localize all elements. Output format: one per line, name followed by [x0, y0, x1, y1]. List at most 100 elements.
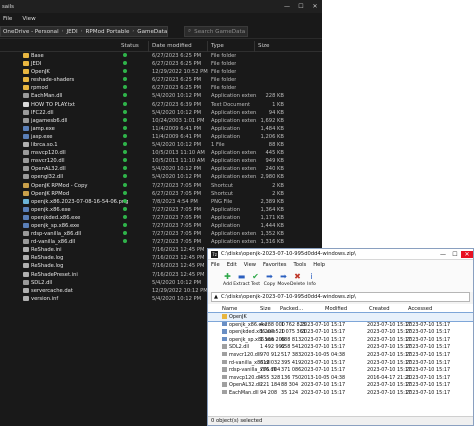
nav-item[interactable] — [0, 392, 26, 400]
file-size: 1,364 KB — [260, 206, 284, 213]
file-row[interactable]: IFC22.dll 5/4/2020 10:12 PM Application ex… — [0, 109, 322, 117]
column-type[interactable]: Type — [211, 43, 224, 49]
close-icon[interactable]: ✕ — [308, 3, 322, 10]
file-date: 6/27/2023 6:25 PM — [152, 61, 202, 68]
column-status[interactable]: Status — [121, 43, 139, 49]
file-row[interactable]: HOW TO PLAY.txt 6/27/2023 6:39 PM Text Doc… — [0, 101, 322, 109]
file-date: 6/27/2023 6:25 PM — [152, 53, 202, 59]
nav-item[interactable] — [0, 303, 26, 311]
nav-item[interactable] — [0, 311, 26, 319]
file-row[interactable]: librca.so.1 5/4/2020 10:12 PM 1 File 88 KB — [0, 141, 322, 149]
file-row[interactable]: EachMan.dll 5/4/2020 10:12 PM Application … — [0, 92, 322, 100]
archive-row[interactable]: OpenAL32.dll 221 184 88 304 2023-07-10 15:1… — [208, 381, 473, 389]
maximize-icon[interactable]: ☐ — [294, 3, 308, 10]
file-row[interactable]: reshade-shaders 6/27/2023 6:25 PM File fol… — [0, 76, 322, 84]
nav-item[interactable] — [0, 319, 26, 327]
breadcrumb-gamedata[interactable]: GameData — [137, 29, 167, 35]
column-date-modified[interactable]: Date modified — [152, 43, 192, 49]
toolbar-test-button[interactable]: ✔ Test — [250, 272, 261, 287]
column-modified[interactable]: Modified — [325, 306, 347, 312]
archive-row[interactable]: openjk_x86.exe 4 288 000 1 762 823 2023-07-… — [208, 321, 473, 329]
file-row[interactable]: opengl32.dll 5/4/2020 10:12 PM Application… — [0, 173, 322, 181]
archive-row[interactable]: SDL2.dll 1 492 992 658 541 2023-07-10 15:17… — [208, 343, 473, 351]
nav-item[interactable] — [0, 400, 26, 408]
file-row[interactable]: jasp.exe 11/4/2009 6:41 PM Application 1,20… — [0, 133, 322, 141]
7zip-title-bar[interactable]: 7z C:\disks\openjk-2023-07-10-995d0dd4-w… — [208, 249, 473, 260]
file-row[interactable]: jamp.exe 11/4/2009 6:41 PM Application 1,48… — [0, 125, 322, 133]
breadcrumb-rpmod[interactable]: RPMod Portable — [86, 29, 130, 35]
menu-view[interactable]: View — [244, 262, 256, 268]
file-icon — [23, 214, 29, 220]
file-row[interactable]: OpenJK 12/29/2022 10:52 PM File folder — [0, 68, 322, 76]
nav-item[interactable] — [0, 368, 26, 376]
file-row[interactable]: openjk.x86.exe 7/27/2023 7:05 PM Applicati… — [0, 206, 322, 214]
search-input[interactable]: ⌕ Search GameData — [184, 26, 248, 37]
column-name[interactable]: Name — [222, 306, 237, 312]
archive-row[interactable]: EachMan.dll 94 208 35 124 2023-07-10 15:17 2… — [208, 389, 473, 397]
toolbar-copy-button[interactable]: ➡ Copy — [264, 272, 276, 287]
file-row[interactable]: rdsp-vanilla_x86.dll 7/27/2023 7:05 PM App… — [0, 230, 322, 238]
file-row[interactable]: openjk_sp.x86.exe 7/27/2023 7:05 PM Applic… — [0, 222, 322, 230]
nav-item[interactable] — [0, 376, 26, 384]
file-row[interactable]: openjkded.x86.exe 7/27/2023 7:05 PM Applic… — [0, 214, 322, 222]
minimize-icon[interactable]: — — [437, 251, 449, 258]
explorer-title-bar[interactable]: sails — ☐ ✕ — [0, 0, 322, 13]
file-icon — [222, 374, 227, 380]
archive-row[interactable]: msvcp120.dll 455 328 136 750 2013-10-05 04:… — [208, 374, 473, 382]
toolbar-move-button[interactable]: ➡ Move — [277, 272, 289, 287]
file-row[interactable]: jagamesb6.dll 10/24/2003 1:01 PM Applicati… — [0, 117, 322, 125]
nav-item[interactable] — [0, 408, 26, 416]
menu-favorites[interactable]: Favorites — [263, 262, 286, 268]
menu-tools[interactable]: Tools — [293, 262, 306, 268]
archive-row[interactable]: OpenJK — [208, 312, 473, 322]
7zip-status-bar: 0 object(s) selected — [208, 416, 473, 425]
column-size[interactable]: Size — [258, 43, 269, 49]
nav-item[interactable] — [0, 327, 26, 335]
column-packed-size[interactable]: Packed... — [280, 306, 303, 312]
nav-item[interactable] — [0, 384, 26, 392]
file-row[interactable]: rpmod 6/27/2023 6:25 PM File folder — [0, 84, 322, 92]
menu-help[interactable]: Help — [313, 262, 325, 268]
file-row[interactable]: JEDI 6/27/2023 6:25 PM File folder — [0, 60, 322, 68]
archive-row[interactable]: openjkded.x86.exe 1 207 520 1 075 361 2023-… — [208, 328, 473, 336]
toolbar-info-button[interactable]: i Info — [306, 272, 317, 287]
column-size[interactable]: Size — [260, 306, 271, 312]
file-row[interactable]: rd-vanilla_x86.dll 7/27/2023 7:05 PM Appli… — [0, 238, 322, 246]
toolbar-extract-button[interactable]: ▬ Extract — [233, 272, 249, 287]
file-row[interactable]: OpenJK RPMod 6/27/2023 7:05 PM Shortcut 2 K… — [0, 190, 322, 198]
file-size: 88 KB — [268, 142, 284, 149]
address-bar[interactable]: OneDrive - Personal › JEDI › RPMod Porta… — [0, 26, 168, 37]
menu-view[interactable]: View — [22, 16, 35, 22]
archive-row[interactable]: rdsp-vanilla_x86.dll 776 704 371 086 2023-0… — [208, 366, 473, 374]
nav-item[interactable] — [0, 335, 26, 343]
archive-row[interactable]: rd-vanilla_x86.dll 812 032 395 419 2023-07-… — [208, 359, 473, 367]
toolbar-add-button[interactable]: ✚ Add — [222, 272, 233, 287]
menu-edit[interactable]: Edit — [227, 262, 237, 268]
minimize-icon[interactable]: — — [280, 3, 294, 10]
file-row[interactable]: Base 6/27/2023 6:25 PM File folder — [0, 52, 322, 60]
archive-row[interactable]: msvcr120.dll 970 912 517 383 2023-10-05 04:… — [208, 351, 473, 359]
nav-item[interactable] — [0, 343, 26, 351]
menu-file[interactable]: File — [211, 262, 220, 268]
7zip-toolbar: ✚ Add ▬ Extract ✔ Test ➡ Copy ➡ Move ✖ Delete i Info — [208, 270, 473, 292]
column-accessed[interactable]: Accessed — [408, 306, 432, 312]
file-row[interactable]: OpenAL32.dll 5/4/2020 10:12 PM Application… — [0, 165, 322, 173]
breadcrumb-jedi[interactable]: JEDI — [67, 29, 78, 35]
up-folder-icon[interactable]: ▲ — [212, 294, 218, 300]
nav-item[interactable] — [0, 416, 26, 424]
file-row[interactable]: msvcp120.dll 10/5/2013 11:10 AM Applicatio… — [0, 149, 322, 157]
archive-row[interactable]: openjk_sp.x86.exe 1 566 208 688 813 2023-07… — [208, 336, 473, 344]
close-icon[interactable]: ✕ — [461, 250, 473, 258]
file-size: 1,352 KB — [260, 231, 284, 238]
nav-item[interactable] — [0, 360, 26, 368]
file-row[interactable]: openjk.x86.2023-07-08-16-54-06.png 7/8/20… — [0, 198, 322, 206]
file-row[interactable]: msvcr120.dll 10/5/2013 11:10 AM Applicatio… — [0, 157, 322, 165]
nav-item[interactable] — [0, 351, 26, 359]
file-row[interactable]: OpenJK RPMod - Copy 7/27/2023 7:05 PM Shor… — [0, 182, 322, 190]
breadcrumb-onedrive[interactable]: OneDrive - Personal — [3, 29, 59, 35]
menu-file[interactable]: File — [3, 16, 12, 22]
maximize-icon[interactable]: ☐ — [449, 251, 461, 258]
column-created[interactable]: Created — [369, 306, 390, 312]
toolbar-delete-button[interactable]: ✖ Delete — [290, 272, 305, 287]
7zip-path-bar[interactable]: ▲ C:\disks\openjk-2023-07-10-995d0dd4-wi… — [211, 292, 470, 302]
